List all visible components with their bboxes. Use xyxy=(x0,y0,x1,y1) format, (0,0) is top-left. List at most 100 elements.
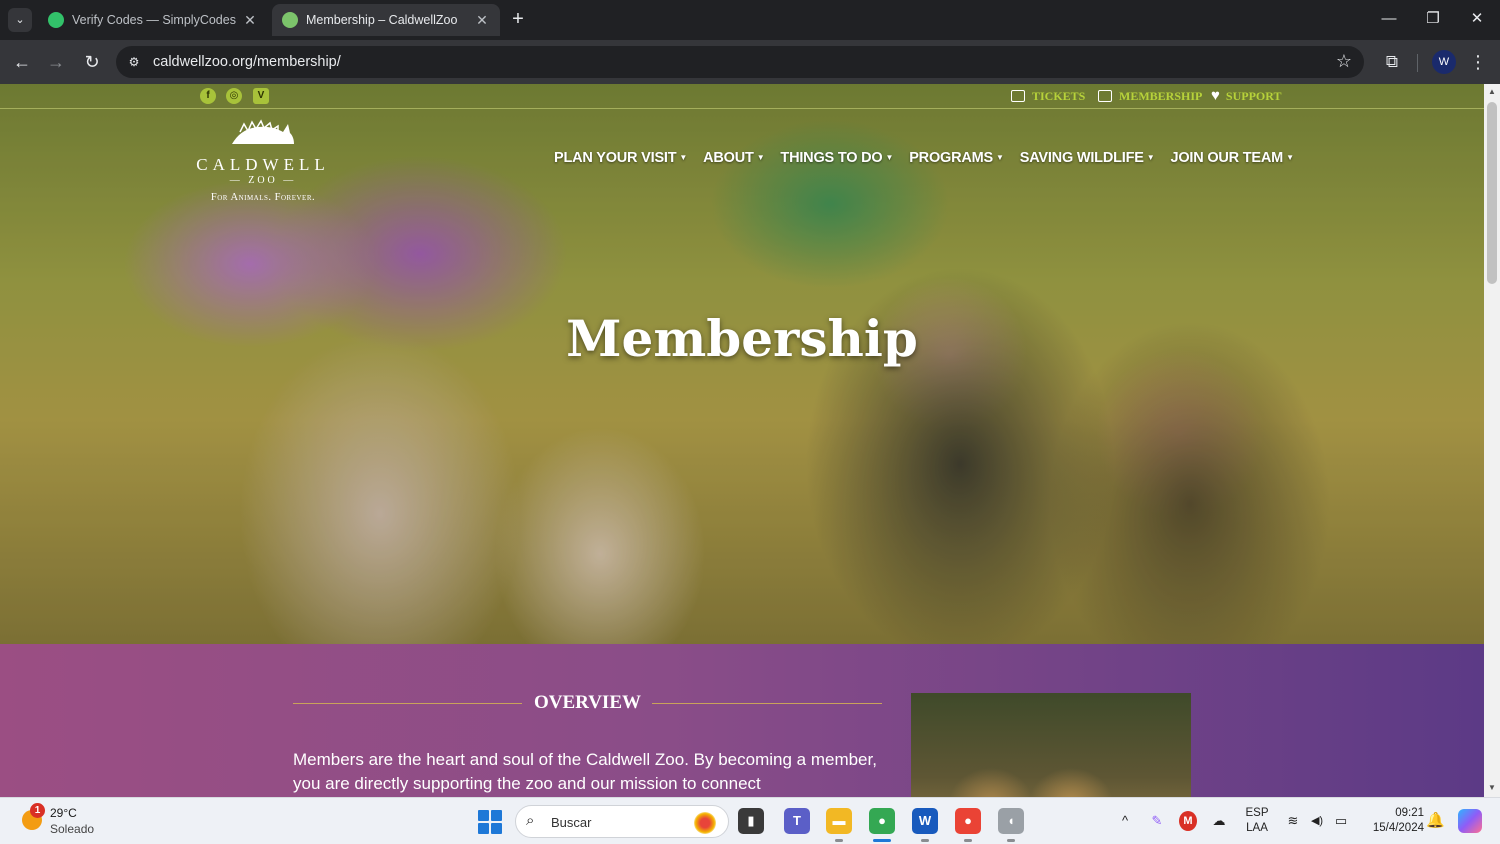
nav-join-our-team[interactable]: JOIN OUR TEAM ▼ xyxy=(1170,150,1294,166)
language-indicator[interactable]: ESP LAA xyxy=(1243,806,1271,836)
overview-section: OVERVIEW Members are the heart and soul … xyxy=(0,644,1484,797)
language-code: ESP xyxy=(1245,807,1269,819)
close-tab-icon[interactable]: ✕ xyxy=(242,12,258,29)
cloud-sync-icon[interactable]: ☁ xyxy=(1209,811,1229,831)
mouse-app-icon[interactable]: ◖ xyxy=(998,808,1024,842)
nav-label: PLAN YOUR VISIT xyxy=(554,150,677,166)
cheetah-cubs-photo xyxy=(911,693,1191,797)
header-divider xyxy=(0,108,1484,109)
teams-icon[interactable]: T xyxy=(784,808,810,834)
logo-tagline: For Animals. Forever. xyxy=(210,192,316,203)
tab-simplycodes[interactable]: Verify Codes — SimplyCodes ✕ xyxy=(38,4,268,36)
nav-things-to-do[interactable]: THINGS TO DO ▼ xyxy=(780,150,893,166)
app-glyph: ▬ xyxy=(832,813,846,828)
membership-link[interactable]: MEMBERSHIP xyxy=(1098,88,1202,104)
search-highlight-icon xyxy=(694,812,716,834)
notification-bell-icon[interactable]: 🔔 xyxy=(1426,811,1445,829)
ticket-icon xyxy=(1011,90,1025,102)
weather-description: Soleado xyxy=(50,822,95,836)
kebab-menu-icon[interactable]: ⋮ xyxy=(1466,50,1490,74)
app-glyph: ● xyxy=(878,813,886,828)
app-glyph: W xyxy=(918,813,932,828)
vimeo-icon[interactable]: V xyxy=(253,88,269,104)
chrome-profile-icon[interactable]: ● xyxy=(955,808,981,842)
app-glyph: ● xyxy=(964,813,972,828)
logo-zoo: — ZOO — xyxy=(229,175,297,186)
restore-button[interactable]: ❐ xyxy=(1410,0,1456,40)
facebook-icon[interactable]: f xyxy=(200,88,216,104)
caret-down-icon: ▼ xyxy=(756,153,765,162)
new-tab-button[interactable]: + xyxy=(508,8,528,32)
caldwell-zoo-logo[interactable]: CALDWELL — ZOO — For Animals. Forever. xyxy=(196,118,330,204)
membership-card-icon xyxy=(1098,90,1112,102)
tickets-label: TICKETS xyxy=(1032,88,1086,103)
tab-caldwellzoo[interactable]: Membership – CaldwellZoo ✕ xyxy=(272,4,500,36)
extensions-puzzle-icon[interactable]: ⧉ xyxy=(1380,50,1404,74)
support-label: SUPPORT xyxy=(1225,88,1282,103)
page-viewport: f ◎ V TICKETS MEMBERSHIP ♥ SUPPORT CALDW… xyxy=(0,84,1484,797)
system-clock[interactable]: 09:21 15/4/2024 xyxy=(1360,806,1424,836)
forward-button[interactable]: → xyxy=(44,50,68,74)
weather-temperature: 29°C xyxy=(50,806,77,820)
windows-taskbar: 1 29°C Soleado ⌕ Buscar ▮ T ▬ ● W ● ◖ ^ … xyxy=(0,797,1500,844)
nav-saving-wildlife[interactable]: SAVING WILDLIFE ▼ xyxy=(1020,150,1155,166)
scrollbar-thumb[interactable] xyxy=(1487,102,1497,284)
nav-programs[interactable]: PROGRAMS ▼ xyxy=(909,150,1004,166)
close-tab-icon[interactable]: ✕ xyxy=(474,12,490,29)
file-explorer-icon[interactable]: ▬ xyxy=(826,808,852,842)
copilot-icon[interactable] xyxy=(1458,809,1482,833)
scroll-down-icon[interactable]: ▼ xyxy=(1484,783,1500,792)
nav-plan-your-visit[interactable]: PLAN YOUR VISIT ▼ xyxy=(554,150,687,166)
rhino-logo-icon xyxy=(232,119,294,144)
task-view-icon[interactable]: ▮ xyxy=(738,808,764,834)
main-navigation: PLAN YOUR VISIT ▼ ABOUT ▼ THINGS TO DO ▼ PR… xyxy=(554,150,1310,166)
weather-badge: 1 xyxy=(30,803,45,818)
caret-down-icon: ▼ xyxy=(1286,153,1294,162)
minimize-button[interactable]: — xyxy=(1366,0,1412,40)
support-link[interactable]: ♥ SUPPORT xyxy=(1211,88,1282,104)
url-text[interactable]: caldwellzoo.org/membership/ xyxy=(153,54,341,70)
search-icon: ⌕ xyxy=(526,812,535,829)
windows-start-icon[interactable] xyxy=(478,810,502,834)
show-hidden-icons-chevron-icon[interactable]: ^ xyxy=(1116,811,1134,831)
caldwellzoo-favicon-icon xyxy=(282,12,298,28)
pen-icon[interactable]: ✎ xyxy=(1148,811,1166,831)
profile-avatar[interactable]: W xyxy=(1432,50,1456,74)
address-bar[interactable]: ⚙ caldwellzoo.org/membership/ ☆ xyxy=(116,46,1364,78)
page-scrollbar[interactable]: ▲ ▼ xyxy=(1484,84,1500,797)
overview-text: Members are the heart and soul of the Ca… xyxy=(293,750,877,793)
scroll-up-icon[interactable]: ▲ xyxy=(1484,87,1500,96)
bookmark-star-icon[interactable]: ☆ xyxy=(1336,51,1352,72)
site-info-icon[interactable]: ⚙ xyxy=(126,54,142,70)
nav-label: SAVING WILDLIFE xyxy=(1019,150,1144,166)
membership-label: MEMBERSHIP xyxy=(1119,88,1203,103)
caret-down-icon: ▼ xyxy=(1146,153,1155,162)
keyboard-layout: LAA xyxy=(1246,822,1268,834)
heart-icon: ♥ xyxy=(1211,87,1220,104)
nav-label: THINGS TO DO xyxy=(780,150,883,166)
logo-name: CALDWELL xyxy=(196,155,330,174)
clock-date: 15/4/2024 xyxy=(1372,822,1424,834)
page-title: Membership xyxy=(566,309,918,368)
back-button[interactable]: ← xyxy=(10,50,34,74)
volume-icon[interactable]: ◀) xyxy=(1306,811,1328,831)
close-window-button[interactable]: ✕ xyxy=(1454,0,1500,40)
tickets-link[interactable]: TICKETS xyxy=(1011,88,1085,104)
taskbar-search[interactable]: ⌕ Buscar xyxy=(515,805,729,838)
nav-label: ABOUT xyxy=(703,150,754,166)
caret-down-icon: ▼ xyxy=(679,153,688,162)
instagram-icon[interactable]: ◎ xyxy=(226,88,242,104)
battery-icon[interactable]: ▭ xyxy=(1332,811,1350,831)
word-icon[interactable]: W xyxy=(912,808,938,842)
reload-button[interactable]: ↻ xyxy=(80,50,104,74)
nav-label: PROGRAMS xyxy=(909,150,993,166)
wifi-icon[interactable]: ≋ xyxy=(1284,811,1302,831)
chrome-icon[interactable]: ● xyxy=(869,808,895,842)
tab-search-button[interactable]: ⌄ xyxy=(8,8,32,32)
caret-down-icon: ▼ xyxy=(996,153,1004,162)
overview-heading: OVERVIEW xyxy=(293,692,882,716)
toolbar-divider xyxy=(1417,54,1418,72)
mcafee-icon[interactable]: M xyxy=(1179,811,1197,831)
simplycodes-favicon-icon xyxy=(48,12,64,28)
nav-about[interactable]: ABOUT ▼ xyxy=(703,150,764,166)
